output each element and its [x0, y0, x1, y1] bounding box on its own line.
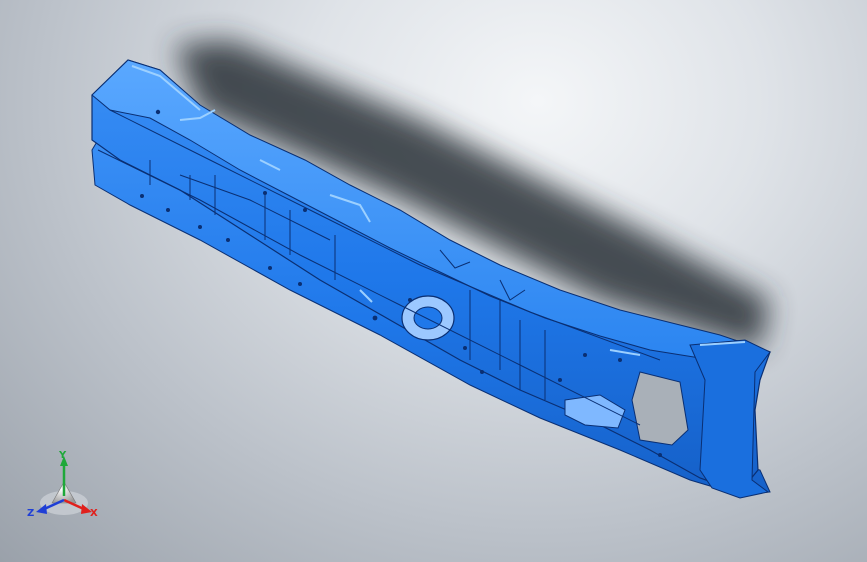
center-boss [413, 306, 443, 330]
model-canvas[interactable]: Y X Z [0, 0, 867, 562]
z-axis-label: Z [27, 508, 34, 519]
3d-graphics-viewport[interactable]: Y X Z [0, 0, 867, 562]
bracket-cutout [631, 371, 689, 446]
y-axis-label: Y [58, 450, 67, 461]
x-axis-label: X [90, 508, 98, 519]
orientation-triad[interactable]: Y X Z [27, 450, 98, 519]
